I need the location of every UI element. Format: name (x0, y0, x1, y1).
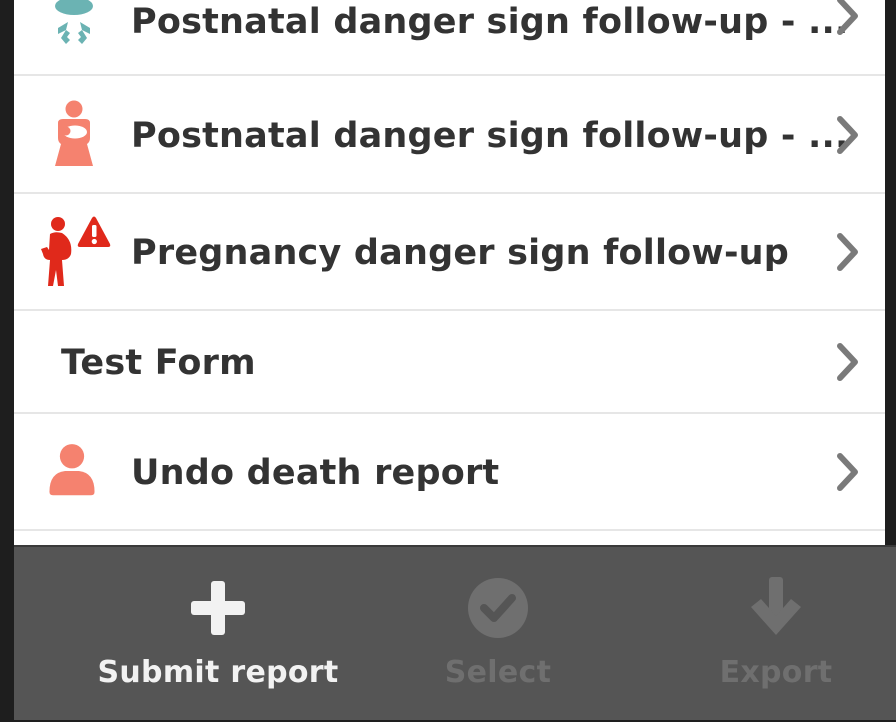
check-circle-icon (468, 578, 528, 638)
submit-report-button[interactable]: Submit report (73, 547, 363, 722)
form-item-label: Postnatal danger sign follow-up - ... (131, 2, 849, 42)
chevron-right-icon (837, 343, 858, 381)
select-button[interactable]: Select (353, 547, 643, 722)
form-item-label: Test Form (61, 343, 256, 383)
chevron-right-icon (837, 233, 858, 271)
form-item-pregnancy-danger[interactable]: Pregnancy danger sign follow-up (14, 194, 885, 311)
form-item-test-form[interactable]: Test Form (14, 311, 885, 414)
app-window: Postnatal danger sign follow-up - ... Po… (0, 0, 896, 720)
chevron-right-icon (837, 116, 858, 154)
form-item-postnatal-mother[interactable]: Postnatal danger sign follow-up - ... (14, 76, 885, 194)
export-button[interactable]: Export (631, 547, 896, 722)
select-label: Select (444, 655, 552, 690)
person-icon (49, 444, 95, 496)
form-item-label: Postnatal danger sign follow-up - ... (131, 116, 849, 156)
chevron-right-icon (837, 0, 858, 35)
submit-report-label: Submit report (97, 655, 339, 690)
form-item-label: Undo death report (131, 453, 500, 493)
form-item-label: Pregnancy danger sign follow-up (131, 233, 790, 273)
form-list: Postnatal danger sign follow-up - ... Po… (14, 0, 885, 545)
pregnancy-danger-icon (41, 216, 111, 286)
bottom-toolbar: Submit report Select Export (14, 545, 896, 720)
plus-icon (191, 581, 245, 635)
chevron-right-icon (837, 453, 858, 491)
arrow-down-icon (751, 577, 801, 635)
baby-icon (55, 0, 93, 44)
form-item-undo-death[interactable]: Undo death report (14, 414, 885, 531)
mother-baby-icon (55, 100, 93, 166)
form-item-postnatal-baby[interactable]: Postnatal danger sign follow-up - ... (14, 0, 885, 76)
export-label: Export (719, 655, 833, 690)
